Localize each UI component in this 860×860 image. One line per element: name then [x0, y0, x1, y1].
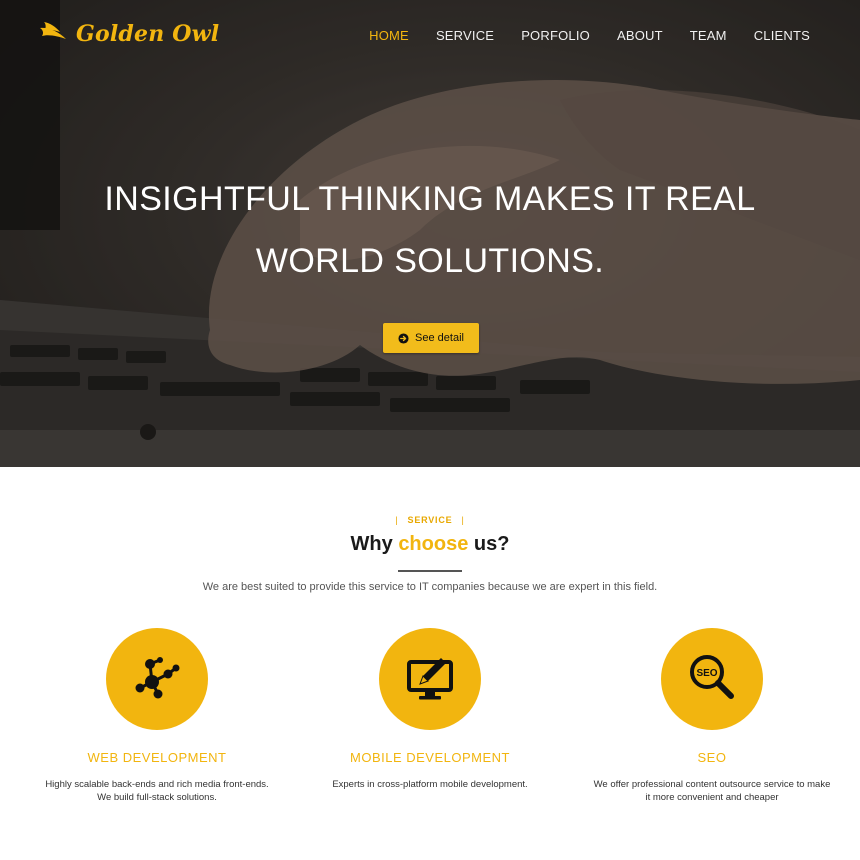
svg-text:SEO: SEO	[696, 668, 717, 679]
service-card-description: We offer professional content outsource …	[593, 779, 831, 803]
seo-magnifier-icon: SEO	[690, 655, 734, 699]
nav-item-portfolio[interactable]: PORFOLIO	[521, 28, 590, 43]
logo[interactable]: Golden Owl	[38, 18, 219, 50]
hero-title-line-1: INSIGHTFUL THINKING MAKES IT REAL	[104, 180, 756, 218]
service-icon-circle	[379, 628, 481, 730]
service-icon-circle	[106, 628, 208, 730]
see-detail-label: See detail	[415, 332, 464, 344]
service-card-description: Highly scalable back-ends and rich media…	[45, 779, 269, 803]
logo-text: Golden Owl	[76, 21, 220, 47]
service-card-mobile-development: MOBILE DEVELOPMENT Experts in cross-plat…	[305, 628, 555, 791]
section-title-suffix: us?	[468, 533, 510, 555]
service-card-web-development: WEB DEVELOPMENT Highly scalable back-end…	[32, 628, 282, 804]
nav-item-team[interactable]: TEAM	[690, 28, 727, 43]
service-card-title: MOBILE DEVELOPMENT	[350, 750, 510, 765]
service-card-title: WEB DEVELOPMENT	[87, 750, 227, 765]
section-title-accent: choose	[398, 533, 469, 555]
network-nodes-icon	[135, 657, 180, 699]
eyebrow-divider-left: |	[395, 515, 399, 525]
main-nav: HOME SERVICE PORFOLIO ABOUT TEAM CLIENTS	[369, 28, 810, 43]
circle-arrow-right-icon	[398, 332, 409, 344]
hero-title-line-2: WORLD SOLUTIONS.	[255, 242, 605, 280]
service-icon-circle: SEO	[661, 628, 763, 730]
nav-item-home[interactable]: HOME	[369, 28, 409, 43]
owl-wing-logo-icon	[40, 22, 66, 39]
nav-item-service[interactable]: SERVICE	[436, 28, 494, 43]
monitor-pen-icon	[407, 658, 453, 700]
service-card-description: Experts in cross-platform mobile develop…	[332, 779, 528, 790]
section-subtitle: We are best suited to provide this servi…	[202, 581, 658, 593]
section-title-prefix: Why	[350, 533, 399, 555]
nav-item-clients[interactable]: CLIENTS	[754, 28, 810, 43]
eyebrow-label: SERVICE	[407, 515, 453, 525]
section-title: Why choose us?	[0, 533, 860, 556]
service-card-title: SEO	[697, 750, 727, 765]
hero-section: Golden Owl HOME SERVICE PORFOLIO ABOUT T…	[0, 0, 860, 467]
hero-title: INSIGHTFUL THINKING MAKES IT REAL WORLD …	[0, 168, 860, 292]
eyebrow-divider-right: |	[461, 515, 465, 525]
section-eyebrow: | SERVICE |	[0, 515, 860, 525]
see-detail-button[interactable]: See detail	[383, 323, 479, 353]
service-card-seo: SEO SEO We offer professional content ou…	[587, 628, 837, 804]
nav-item-about[interactable]: ABOUT	[617, 28, 663, 43]
title-underline	[398, 570, 462, 572]
